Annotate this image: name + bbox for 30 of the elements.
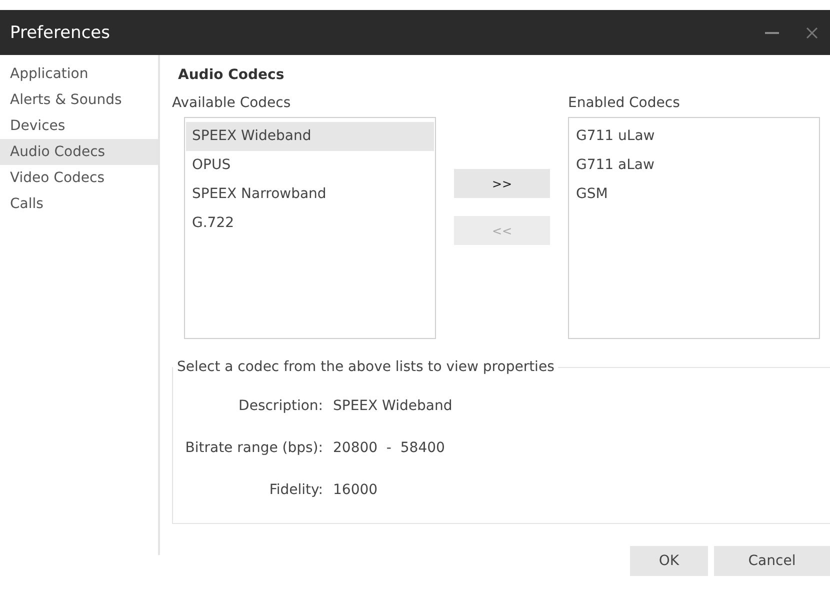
- property-label: Description:: [238, 398, 323, 414]
- property-value: SPEEX Wideband: [333, 398, 452, 414]
- sidebar-item[interactable]: Devices: [0, 113, 158, 139]
- property-value: 16000: [333, 482, 378, 498]
- section-heading: Audio Codecs: [178, 67, 286, 83]
- list-item[interactable]: G.722: [186, 209, 434, 238]
- property-label: Bitrate range (bps):: [184, 440, 323, 456]
- property-value: 20800 - 58400: [333, 440, 445, 456]
- sidebar-item[interactable]: Alerts & Sounds: [0, 87, 158, 113]
- list-item[interactable]: SPEEX Wideband: [186, 122, 434, 151]
- list-label: Available Codecs: [172, 95, 292, 113]
- sidebar-item[interactable]: Application: [0, 61, 158, 87]
- list-item[interactable]: G711 aLaw: [570, 151, 818, 180]
- list-item[interactable]: SPEEX Narrowband: [186, 180, 434, 209]
- available-list[interactable]: SPEEX Wideband OPUS SPEEX Narrowband G.722: [184, 117, 436, 339]
- list-item[interactable]: G711 uLaw: [570, 122, 818, 151]
- ok-button[interactable]: OK: [630, 546, 708, 576]
- window-title: Preferences: [10, 22, 111, 42]
- enabled-list[interactable]: G711 uLaw G711 aLaw GSM: [568, 117, 820, 339]
- cancel-button[interactable]: Cancel: [714, 546, 830, 576]
- list-item[interactable]: GSM: [570, 180, 818, 209]
- group-legend: Select a codec from the above lists to view properties: [173, 359, 558, 375]
- sidebar-item[interactable]: Calls: [0, 191, 158, 217]
- close-icon[interactable]: [804, 24, 820, 40]
- list-item[interactable]: OPUS: [186, 151, 434, 180]
- sidebar-item[interactable]: Audio Codecs: [0, 139, 158, 165]
- property-label: Fidelity:: [268, 482, 323, 498]
- list-label: Enabled Codecs: [568, 95, 681, 113]
- sidebar-item[interactable]: Video Codecs: [0, 165, 158, 191]
- move-button[interactable]: >>: [454, 169, 550, 198]
